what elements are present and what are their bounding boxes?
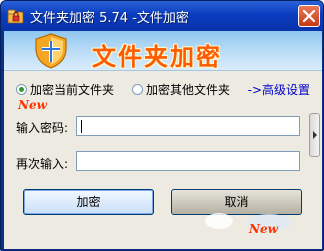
banner: 文件夹加密 bbox=[4, 31, 322, 71]
radio-indicator[interactable] bbox=[16, 84, 27, 95]
radio-label: 加密其他文件夹 bbox=[146, 83, 231, 97]
new-badge-secondary: New bbox=[249, 222, 278, 236]
confirm-password-field[interactable] bbox=[76, 151, 300, 171]
mode-selector: 加密当前文件夹 加密其他文件夹 ->高级设置 bbox=[16, 81, 316, 99]
radio-other-folder[interactable]: 加密其他文件夹 bbox=[132, 81, 230, 98]
close-icon bbox=[303, 10, 315, 22]
encrypt-button[interactable]: 加密 bbox=[23, 189, 154, 215]
confirm-label: 再次输入: bbox=[16, 157, 69, 171]
text-caret bbox=[81, 120, 82, 133]
scroll-arrow[interactable] bbox=[309, 113, 320, 157]
advanced-settings-link[interactable]: ->高级设置 bbox=[248, 81, 310, 98]
new-badge: New bbox=[18, 98, 47, 112]
radio-label: 加密当前文件夹 bbox=[30, 83, 115, 97]
banner-title: 文件夹加密 bbox=[92, 43, 222, 71]
dialog-body: 文件夹加密 加密当前文件夹 加密其他文件夹 ->高级设置 New 输入密码: 再… bbox=[4, 31, 322, 249]
app-window: 文件夹加密 5.74 -文件加密 文件夹加密 加密当前文件夹 加密其他文件夹 -… bbox=[0, 0, 324, 251]
folder-lock-icon bbox=[7, 9, 24, 24]
close-button[interactable] bbox=[298, 5, 320, 27]
radio-indicator[interactable] bbox=[132, 84, 143, 95]
window-title: 文件夹加密 5.74 -文件加密 bbox=[30, 11, 189, 26]
radio-current-folder[interactable]: 加密当前文件夹 bbox=[16, 81, 114, 98]
title-bar[interactable]: 文件夹加密 5.74 -文件加密 bbox=[1, 1, 323, 31]
password-field[interactable] bbox=[76, 116, 300, 136]
password-label: 输入密码: bbox=[16, 121, 69, 135]
chevron-right-icon bbox=[313, 131, 317, 139]
shield-icon bbox=[35, 33, 67, 69]
